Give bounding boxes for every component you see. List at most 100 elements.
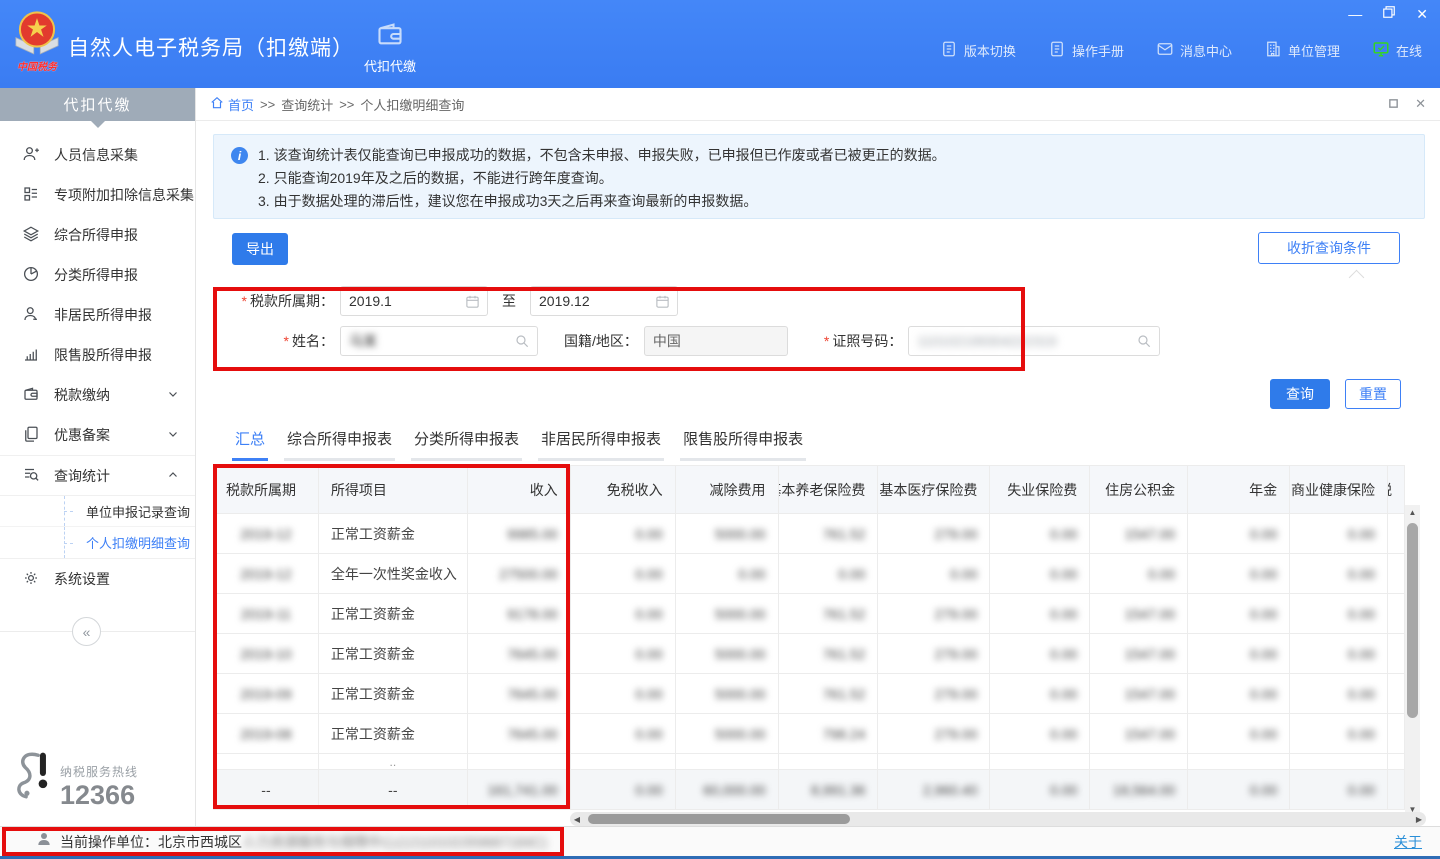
sidebar-menu: 人员信息采集专项附加扣除信息采集综合所得申报分类所得申报非居民所得申报限售股所得… [0, 135, 195, 599]
module-tab-label: 代扣代缴 [364, 56, 416, 75]
sidebar-subitem-1[interactable]: 个人扣缴明细查询 [0, 527, 195, 558]
header-menu-item-1[interactable]: 操作手册 [1048, 40, 1124, 61]
name-label: 姓名： [216, 331, 334, 351]
period-to-input[interactable]: 2019.12 [530, 286, 678, 316]
horizontal-scroll-thumb[interactable] [588, 814, 850, 824]
document-icon [940, 40, 958, 61]
table-header-row: 税款所属期所得项目收入免税收入减除费用基本养老保险费基本医疗保险费失业保险费住房… [214, 466, 1405, 514]
horizontal-scrollbar[interactable]: ◀ ▶ [570, 812, 1426, 826]
table-row-1[interactable]: 2019-12全年一次性奖金收入27500.000.000.000.000.00… [214, 554, 1405, 594]
main-content: i 1. 该查询统计表仅能查询已申报成功的数据，不包含未申报、申报失败，已申报但… [196, 121, 1440, 826]
about-link[interactable]: 关于 [1394, 832, 1422, 852]
sidebar-collapse-button[interactable]: « [72, 617, 101, 646]
period-label: 税款所属期： [216, 291, 334, 311]
cell-value-6: 0.00 [1090, 554, 1188, 594]
search-icon[interactable] [1136, 333, 1152, 349]
cell-ellipsis-9 [1188, 754, 1290, 770]
sidebar-item-1[interactable]: 专项附加扣除信息采集 [0, 175, 195, 215]
sidebar-item-6[interactable]: 税款缴纳 [0, 375, 195, 415]
scroll-left-icon[interactable]: ◀ [570, 812, 584, 826]
cell-ellipsis-5 [779, 754, 879, 770]
sidebar-item-7[interactable]: 优惠备案 [0, 415, 195, 455]
minimize-icon[interactable]: — [1348, 5, 1362, 23]
cell-value-0: 9178.00 [468, 594, 571, 634]
cell-item: 正常工资薪金 [319, 674, 468, 714]
tab-0[interactable]: 汇总 [232, 422, 268, 461]
cell-value-1: 0.00 [571, 714, 676, 754]
table-header-cell-5: 基本养老保险费 [779, 466, 879, 514]
table-footer-row: ----161,741.000.0060,000.008,991.362,960… [214, 770, 1405, 810]
cell-value-3: 761.52 [779, 674, 879, 714]
cell-ellipsis-1: .. [319, 754, 468, 770]
cell-ellipsis-6 [878, 754, 990, 770]
cell-value-partial [1388, 674, 1405, 714]
name-input[interactable]: 马某 [340, 326, 538, 356]
sidebar-item-8[interactable]: 查询统计 [0, 455, 195, 495]
header-menu-item-3[interactable]: 单位管理 [1264, 40, 1340, 61]
table-row-5[interactable]: 2019-08正常工资薪金7645.000.005000.00798.24279… [214, 714, 1405, 754]
cell-value-2: 5000.00 [676, 634, 779, 674]
table-row-2[interactable]: 2019-11正常工资薪金9178.000.005000.00761.52279… [214, 594, 1405, 634]
pane-maximize-icon[interactable] [1388, 97, 1399, 112]
calendar-icon[interactable] [655, 294, 670, 309]
query-button[interactable]: 查询 [1270, 379, 1330, 409]
scroll-up-icon[interactable]: ▲ [1405, 505, 1420, 520]
building-icon [1264, 40, 1282, 61]
to-label: 至 [502, 291, 516, 311]
sidebar-item-3[interactable]: 分类所得申报 [0, 255, 195, 295]
header-menu-item-0[interactable]: 版本切换 [940, 40, 1016, 61]
restore-icon[interactable] [1382, 5, 1396, 23]
cell-period: 2019-12 [214, 554, 319, 594]
scroll-right-icon[interactable]: ▶ [1412, 812, 1426, 826]
footer-value-2: 60,000.00 [676, 770, 779, 810]
header-menu-item-4[interactable]: 在线 [1372, 40, 1422, 61]
cell-ellipsis-7 [990, 754, 1090, 770]
tab-3[interactable]: 非居民所得申报表 [538, 422, 664, 461]
cell-ellipsis-3 [571, 754, 676, 770]
cell-value-7: 0.00 [1188, 714, 1290, 754]
breadcrumb-item-query-stats[interactable]: 查询统计 [281, 95, 333, 114]
cell-period: 2019-12 [214, 514, 319, 554]
table-header-cell-1: 所得项目 [319, 466, 468, 514]
name-value-redacted: 马某 [349, 331, 377, 351]
cell-ellipsis-2 [468, 754, 571, 770]
table-row-4[interactable]: 2019-09正常工资薪金7645.000.005000.00761.52279… [214, 674, 1405, 714]
search-icon[interactable] [514, 333, 530, 349]
tab-4[interactable]: 限售股所得申报表 [680, 422, 806, 461]
collapse-filters-button[interactable]: 收折查询条件 [1258, 232, 1400, 264]
close-icon[interactable]: ✕ [1416, 5, 1428, 23]
breadcrumb-home[interactable]: 首页 [210, 95, 254, 114]
cell-period: 2019-11 [214, 594, 319, 634]
period-from-input[interactable]: 2019.1 [340, 286, 488, 316]
sidebar-item-9[interactable]: 系统设置 [0, 559, 195, 599]
export-button[interactable]: 导出 [232, 233, 288, 265]
vertical-scrollbar[interactable]: ▲ ▼ [1405, 505, 1420, 817]
module-tab-daikou[interactable]: 代扣代缴 [348, 12, 432, 82]
tab-2[interactable]: 分类所得申报表 [411, 422, 522, 461]
calendar-icon[interactable] [465, 294, 480, 309]
cell-value-8: 0.00 [1290, 674, 1388, 714]
table-header-cell-6: 基本医疗保险费 [878, 466, 990, 514]
cell-value-6: 1547.00 [1090, 634, 1188, 674]
sidebar-item-5[interactable]: 限售股所得申报 [0, 335, 195, 375]
cell-item: 全年一次性奖金收入 [319, 554, 468, 594]
breadcrumb-sep: >> [339, 97, 354, 112]
search-list-icon [22, 465, 40, 486]
sidebar-item-0[interactable]: 人员信息采集 [0, 135, 195, 175]
pane-close-icon[interactable]: ✕ [1415, 96, 1426, 112]
id-number-input[interactable]: 110102199304222319 [908, 326, 1160, 356]
footer-value-3: 8,991.36 [779, 770, 879, 810]
header-menu-item-2[interactable]: 消息中心 [1156, 40, 1232, 61]
sidebar-item-4[interactable]: 非居民所得申报 [0, 295, 195, 335]
reset-button[interactable]: 重置 [1345, 379, 1401, 409]
tab-1[interactable]: 综合所得申报表 [284, 422, 395, 461]
vertical-scroll-thumb[interactable] [1407, 523, 1418, 718]
logo-caption: 中国税务 [17, 58, 57, 73]
table-header-cell-3: 免税收入 [571, 466, 676, 514]
sidebar-subitem-0[interactable]: 单位申报记录查询 [0, 496, 195, 527]
person-icon [36, 831, 52, 852]
table-row-0[interactable]: 2019-12正常工资薪金9985.000.005000.00761.52279… [214, 514, 1405, 554]
chevron-down-icon [167, 427, 179, 443]
sidebar-item-2[interactable]: 综合所得申报 [0, 215, 195, 255]
table-row-3[interactable]: 2019-10正常工资薪金7645.000.005000.00761.52279… [214, 634, 1405, 674]
